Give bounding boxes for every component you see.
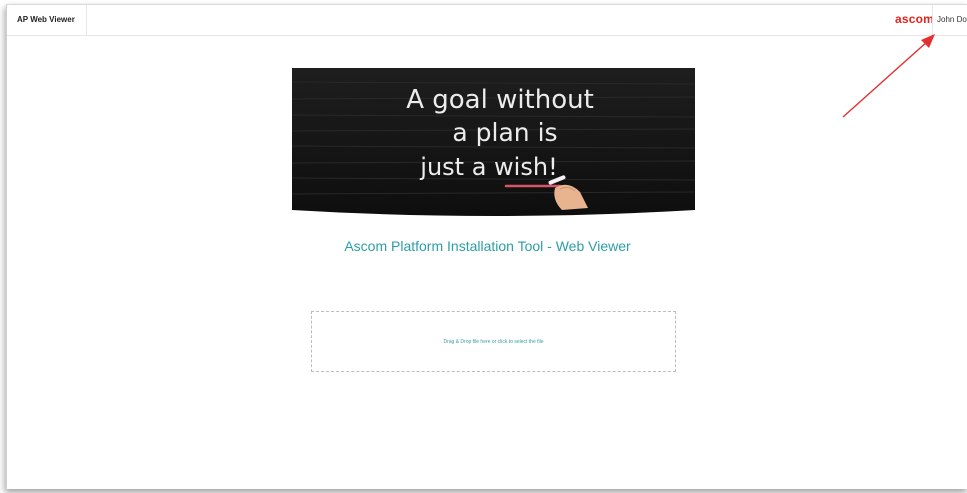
file-dropzone[interactable]: Drag & Drop file here or click to select…: [311, 311, 676, 372]
dropzone-label: Drag & Drop file here or click to select…: [443, 338, 544, 345]
hero-line-1: A goal without: [406, 85, 594, 115]
hero-line-3: just a wish!: [419, 153, 557, 181]
user-menu[interactable]: John Doe: [932, 5, 967, 35]
ascom-logo: ascom: [894, 12, 934, 26]
hero-line-2: a plan is: [452, 118, 557, 147]
top-bar: AP Web Viewer ascom John Doe: [7, 5, 967, 36]
hero-banner-image: A goal without a plan is just a wish!: [292, 68, 695, 216]
app-window: AP Web Viewer ascom John Doe: [6, 4, 967, 489]
page-title: Ascom Platform Installation Tool - Web V…: [344, 238, 631, 254]
app-title[interactable]: AP Web Viewer: [7, 5, 87, 35]
